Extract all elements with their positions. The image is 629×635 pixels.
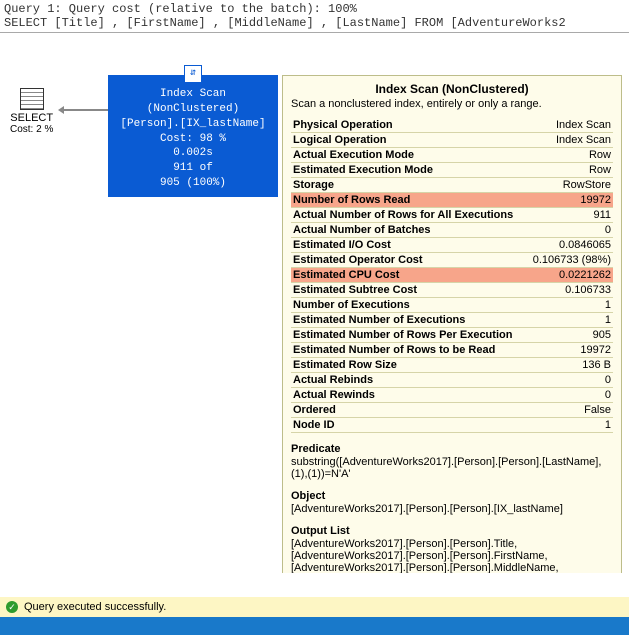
tooltip-title: Index Scan (NonClustered) (291, 82, 613, 96)
tooltip-row-key: Actual Rebinds (291, 373, 527, 388)
select-node-cost: Cost: 2 % (10, 124, 53, 135)
tooltip-row-key: Actual Execution Mode (291, 148, 527, 163)
tooltip-row: Estimated Number of Executions1 (291, 313, 613, 328)
tooltip-row: Physical OperationIndex Scan (291, 118, 613, 133)
tooltip-object: Object [AdventureWorks2017].[Person].[Pe… (291, 490, 613, 515)
tooltip-row: Node ID1 (291, 418, 613, 433)
tooltip-row-key: Estimated Operator Cost (291, 253, 527, 268)
tooltip-row: Actual Number of Rows for All Executions… (291, 208, 613, 223)
op-node-rows-of: 911 of (112, 161, 274, 176)
tooltip-row-key: Estimated Row Size (291, 358, 527, 373)
tooltip-row-value: 0.0846065 (527, 238, 613, 253)
tooltip-row-value: False (527, 403, 613, 418)
tooltip-row-key: Estimated Number of Rows to be Read (291, 343, 527, 358)
tooltip-row: Actual Number of Batches0 (291, 223, 613, 238)
bottom-strip (0, 617, 629, 635)
object-value: [AdventureWorks2017].[Person].[Person].[… (291, 503, 613, 515)
tooltip-row: Actual Rebinds0 (291, 373, 613, 388)
tooltip-row: Estimated I/O Cost0.0846065 (291, 238, 613, 253)
tooltip-row-key: Actual Rewinds (291, 388, 527, 403)
tooltip-row: Actual Execution ModeRow (291, 148, 613, 163)
tooltip-row-key: Estimated Execution Mode (291, 163, 527, 178)
tooltip-properties-table: Physical OperationIndex ScanLogical Oper… (291, 118, 613, 433)
execution-plan-canvas[interactable]: SELECT Cost: 2 % ⇵ Index Scan (NonCluste… (0, 33, 629, 573)
operator-tooltip: Index Scan (NonClustered) Scan a nonclus… (282, 75, 622, 573)
tooltip-row-value: 911 (527, 208, 613, 223)
output-list-value: [AdventureWorks2017].[Person].[Person].T… (291, 538, 613, 573)
tooltip-row-key: Estimated Number of Rows Per Execution (291, 328, 527, 343)
op-node-time: 0.002s (112, 146, 274, 161)
tooltip-row: Actual Rewinds0 (291, 388, 613, 403)
op-node-title: Index Scan (NonClustered) (112, 87, 274, 117)
tooltip-row: Estimated Row Size136 B (291, 358, 613, 373)
object-label: Object (291, 490, 613, 502)
table-icon (20, 88, 44, 110)
tooltip-row-value: 0.106733 (98%) (527, 253, 613, 268)
tooltip-row-value: 1 (527, 298, 613, 313)
plan-operator-icon: ⇵ (184, 65, 202, 83)
tooltip-row: OrderedFalse (291, 403, 613, 418)
tooltip-row-key: Estimated I/O Cost (291, 238, 527, 253)
tooltip-row-key: Physical Operation (291, 118, 527, 133)
tooltip-row-value: Row (527, 163, 613, 178)
tooltip-row: Estimated Execution ModeRow (291, 163, 613, 178)
tooltip-subtitle: Scan a nonclustered index, entirely or o… (291, 98, 613, 110)
tooltip-row-key: Actual Number of Rows for All Executions (291, 208, 527, 223)
tooltip-row-value: 1 (527, 418, 613, 433)
tooltip-predicate: Predicate substring([AdventureWorks2017]… (291, 443, 613, 480)
tooltip-row-value: 0.106733 (527, 283, 613, 298)
tooltip-row-key: Actual Number of Batches (291, 223, 527, 238)
status-bar: ✓ Query executed successfully. (0, 597, 629, 617)
select-node-label: SELECT (10, 112, 53, 124)
tooltip-row-value: 0.0221262 (527, 268, 613, 283)
tooltip-row: Number of Executions1 (291, 298, 613, 313)
tooltip-row: Estimated CPU Cost0.0221262 (291, 268, 613, 283)
output-list-label: Output List (291, 525, 613, 537)
plan-arrow (64, 109, 108, 111)
tooltip-row-key: Storage (291, 178, 527, 193)
tooltip-row-value: 19972 (527, 193, 613, 208)
tooltip-row: StorageRowStore (291, 178, 613, 193)
tooltip-row-value: 19972 (527, 343, 613, 358)
tooltip-row: Number of Rows Read19972 (291, 193, 613, 208)
tooltip-row-key: Logical Operation (291, 133, 527, 148)
op-node-rows-pct: 905 (100%) (112, 176, 274, 191)
tooltip-row-value: 905 (527, 328, 613, 343)
op-node-cost: Cost: 98 % (112, 132, 274, 147)
success-icon: ✓ (6, 601, 18, 613)
tooltip-row: Estimated Operator Cost0.106733 (98%) (291, 253, 613, 268)
predicate-label: Predicate (291, 443, 613, 455)
query-sql-line: SELECT [Title] , [FirstName] , [MiddleNa… (4, 16, 625, 30)
tooltip-row-key: Estimated CPU Cost (291, 268, 527, 283)
tooltip-row-value: Index Scan (527, 118, 613, 133)
query-cost-line: Query 1: Query cost (relative to the bat… (4, 2, 625, 16)
op-node-object: [Person].[IX_lastName] (112, 117, 274, 132)
tooltip-row-value: 136 B (527, 358, 613, 373)
tooltip-row-value: 1 (527, 313, 613, 328)
tooltip-row: Logical OperationIndex Scan (291, 133, 613, 148)
tooltip-row: Estimated Number of Rows to be Read19972 (291, 343, 613, 358)
tooltip-row-key: Number of Executions (291, 298, 527, 313)
tooltip-row-key: Estimated Number of Executions (291, 313, 527, 328)
plan-node-select[interactable]: SELECT Cost: 2 % (10, 88, 53, 135)
tooltip-row-key: Number of Rows Read (291, 193, 527, 208)
tooltip-row: Estimated Number of Rows Per Execution90… (291, 328, 613, 343)
tooltip-row-value: 0 (527, 373, 613, 388)
status-message: Query executed successfully. (24, 601, 166, 613)
tooltip-row-value: RowStore (527, 178, 613, 193)
tooltip-row-value: 0 (527, 223, 613, 238)
tooltip-row-key: Ordered (291, 403, 527, 418)
tooltip-row-value: 0 (527, 388, 613, 403)
plan-node-index-scan[interactable]: ⇵ Index Scan (NonClustered) [Person].[IX… (108, 75, 278, 197)
query-header: Query 1: Query cost (relative to the bat… (0, 0, 629, 33)
tooltip-row: Estimated Subtree Cost0.106733 (291, 283, 613, 298)
tooltip-row-key: Estimated Subtree Cost (291, 283, 527, 298)
predicate-value: substring([AdventureWorks2017].[Person].… (291, 456, 613, 480)
tooltip-row-value: Index Scan (527, 133, 613, 148)
tooltip-row-value: Row (527, 148, 613, 163)
tooltip-output-list: Output List [AdventureWorks2017].[Person… (291, 525, 613, 573)
tooltip-row-key: Node ID (291, 418, 527, 433)
